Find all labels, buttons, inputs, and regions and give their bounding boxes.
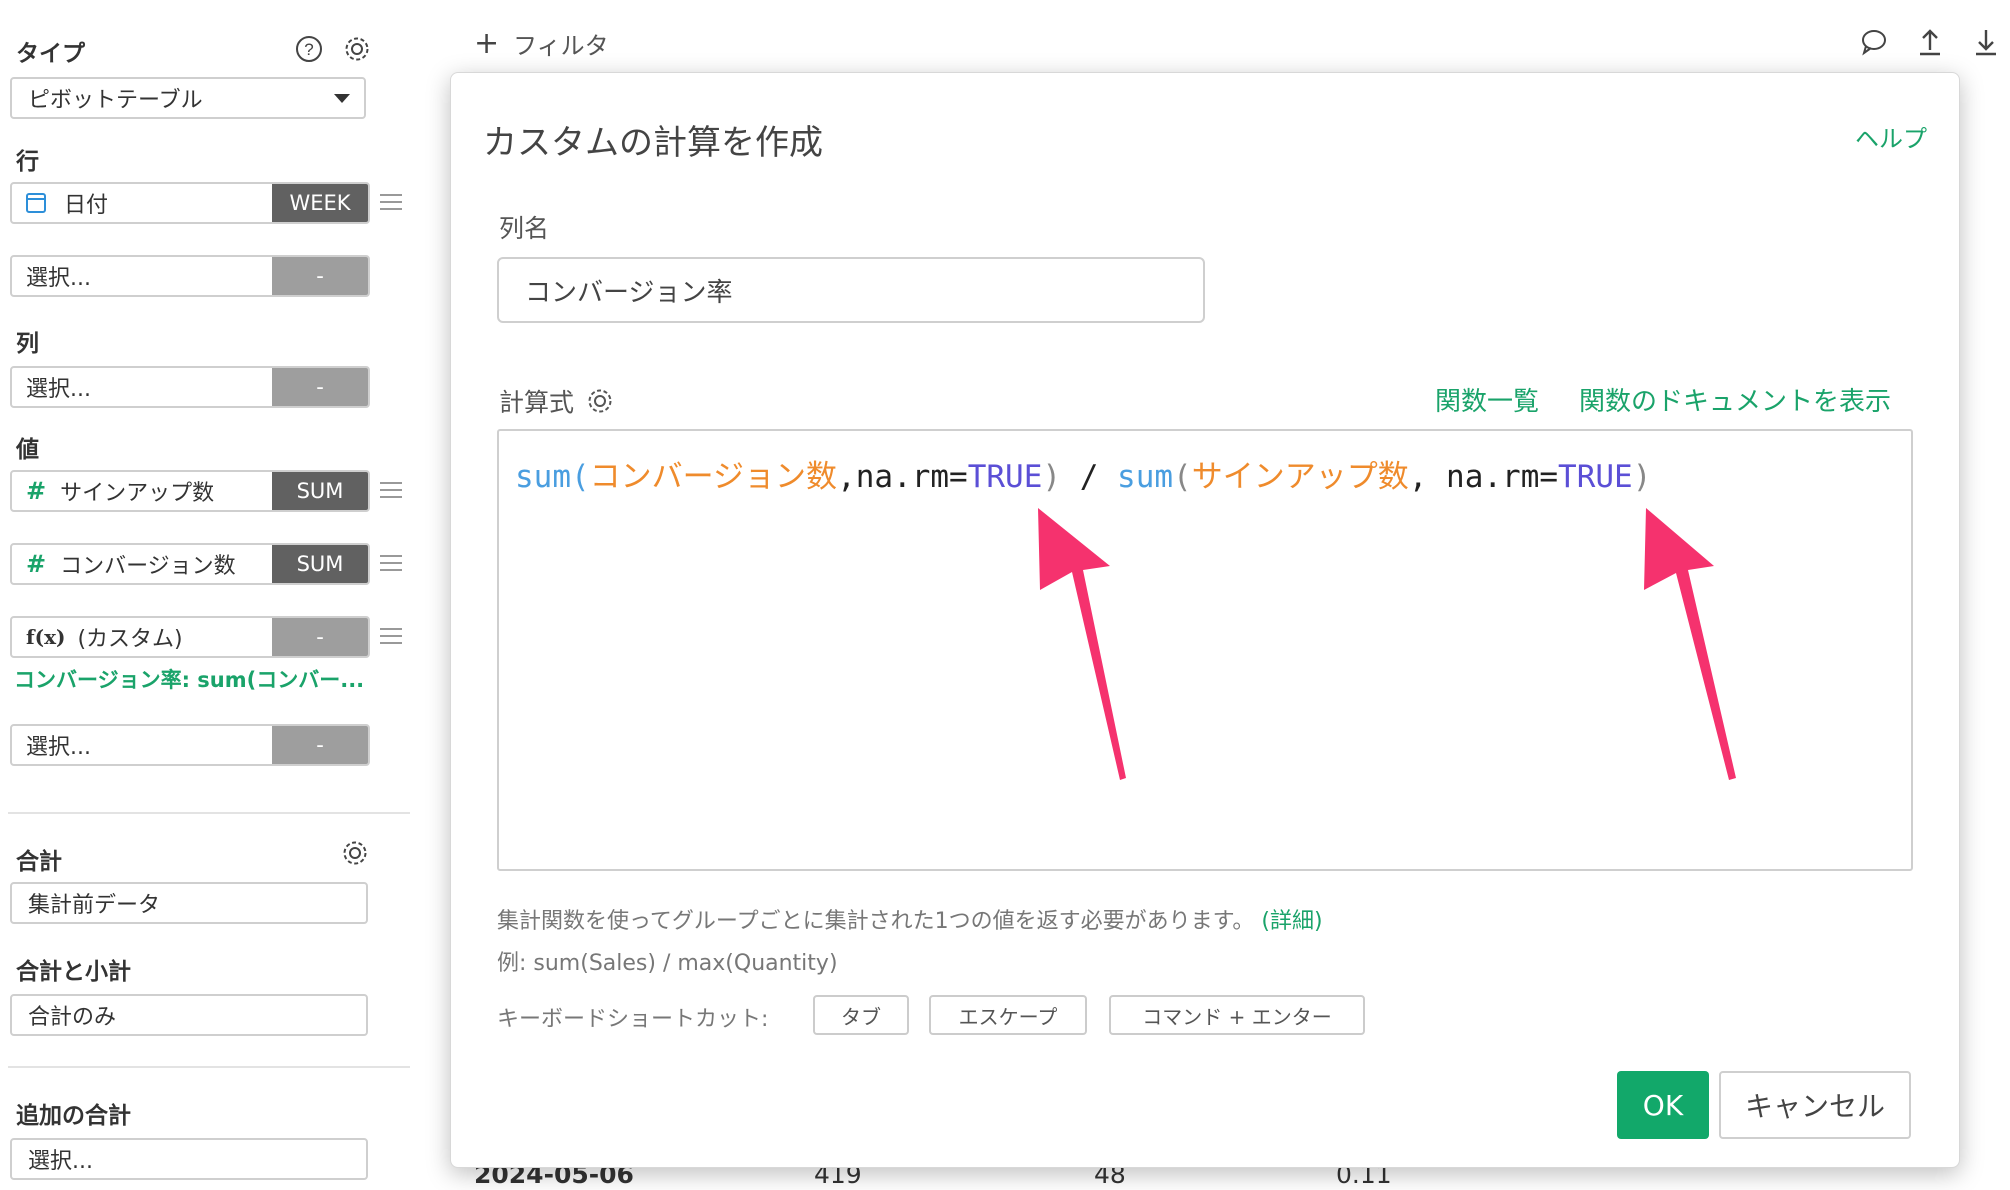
custom-calc-link[interactable]: コンバージョン率: sum(コンバー... [14, 664, 374, 694]
download-icon[interactable] [1970, 26, 2002, 58]
gear-icon[interactable] [340, 838, 370, 868]
type-select[interactable]: ピボットテーブル [10, 77, 366, 119]
value-select-label: 選択... [26, 735, 91, 760]
custom-calc-dialog: カスタムの計算を作成 ヘルプ 列名 コンバージョン率 計算式 関数一覧 関数のド… [450, 72, 1960, 1168]
formula-token: sum [515, 459, 571, 495]
add-filter-button[interactable]: + フィルタ [474, 26, 609, 61]
formula-token: コンバージョン数 [589, 459, 838, 495]
formula-token: サインアップ数 [1191, 459, 1409, 495]
help-icon[interactable]: ? [294, 34, 324, 64]
example-text: 例: sum(Sales) / max(Quantity) [497, 951, 838, 976]
columns-label: 列 [16, 331, 39, 357]
divider [8, 812, 410, 814]
subtotal-label: 合計と小計 [16, 959, 131, 985]
formula-token: sum [1117, 459, 1174, 495]
drag-handle-icon[interactable] [380, 482, 402, 498]
value-select[interactable]: 選択... - [10, 724, 370, 766]
value-field-name: サインアップ数 [60, 481, 215, 506]
number-icon: # [26, 477, 47, 505]
sidebar: タイプ ? ピボットテーブル 行 日付 WEEK 選択... - 列 選択...… [0, 0, 420, 1190]
row-select-label: 選択... [26, 266, 91, 291]
functions-list-link[interactable]: 関数一覧 [1435, 381, 1539, 418]
shortcut-label: キーボードショートカット: [497, 1007, 769, 1032]
comment-icon[interactable] [1858, 26, 1890, 58]
column-select[interactable]: 選択... - [10, 366, 370, 408]
chevron-down-icon [334, 94, 350, 103]
total-select[interactable]: 集計前データ [10, 882, 368, 924]
number-icon: # [26, 550, 47, 578]
formula-label-row: 計算式 [499, 383, 614, 419]
formula-label: 計算式 [499, 388, 575, 417]
calendar-icon [26, 193, 46, 213]
formula-token: / [1061, 459, 1118, 495]
formula-token: ) [1632, 459, 1652, 495]
function-docs-link[interactable]: 関数のドキュメントを表示 [1579, 381, 1891, 418]
total-label: 合計 [16, 849, 62, 875]
gear-icon[interactable] [586, 387, 614, 415]
value-field-conversions[interactable]: # コンバージョン数 SUM [10, 543, 370, 585]
shortcut-tab: タブ [813, 995, 909, 1035]
type-label: タイプ [16, 41, 85, 67]
formula-token: ,na.rm= [837, 459, 968, 495]
formula-editor[interactable]: sum(コンバージョン数,na.rm=TRUE) / sum(サインアップ数, … [497, 429, 1913, 871]
drag-handle-icon[interactable] [380, 555, 402, 571]
cancel-button[interactable]: キャンセル [1719, 1071, 1911, 1139]
value-field-agg[interactable]: SUM [272, 472, 368, 510]
value-field-agg: - [272, 618, 368, 656]
value-field-agg[interactable]: SUM [272, 545, 368, 583]
extra-total-select[interactable]: 選択... [10, 1138, 368, 1180]
value-field-name: コンバージョン数 [60, 554, 236, 579]
formula-token: ( [571, 459, 590, 495]
upload-icon[interactable] [1914, 26, 1946, 58]
value-field-signups[interactable]: # サインアップ数 SUM [10, 470, 370, 512]
column-select-label: 選択... [26, 377, 91, 402]
divider [8, 1066, 410, 1068]
values-label: 値 [16, 437, 39, 463]
formula-token: TRUE [1558, 459, 1633, 495]
column-name-input[interactable]: コンバージョン率 [497, 257, 1205, 323]
function-icon: f(x) [26, 625, 66, 649]
formula-token: TRUE [967, 459, 1043, 495]
hint-text: 集計関数を使ってグループごとに集計された1つの値を返す必要があります。 [497, 909, 1255, 934]
value-field-custom[interactable]: f(x) (カスタム) - [10, 616, 370, 658]
column-select-agg: - [272, 368, 368, 406]
ok-button[interactable]: OK [1617, 1071, 1709, 1139]
subtotal-select[interactable]: 合計のみ [10, 994, 368, 1036]
rows-label: 行 [16, 149, 39, 175]
type-select-value: ピボットテーブル [28, 88, 203, 113]
row-select-agg: - [272, 257, 368, 295]
shortcut-escape: エスケープ [929, 995, 1087, 1035]
row-field-agg[interactable]: WEEK [272, 184, 368, 222]
formula-token: ( [1173, 459, 1192, 495]
extra-total-label: 追加の合計 [16, 1103, 131, 1129]
gear-icon[interactable] [342, 34, 372, 64]
dialog-title: カスタムの計算を作成 [483, 123, 823, 163]
help-link[interactable]: ヘルプ [1855, 119, 1927, 154]
shortcut-command-enter: コマンド + エンター [1109, 995, 1365, 1035]
details-link[interactable]: (詳細) [1261, 909, 1322, 934]
drag-handle-icon[interactable] [380, 194, 402, 210]
add-filter-label: フィルタ [513, 32, 609, 60]
formula-code: sum(コンバージョン数,na.rm=TRUE) / sum(サインアップ数, … [515, 451, 1651, 496]
formula-token: ) [1042, 459, 1062, 495]
column-name-label: 列名 [499, 214, 550, 243]
value-select-agg: - [272, 726, 368, 764]
drag-handle-icon[interactable] [380, 628, 402, 644]
value-field-name: (カスタム) [77, 627, 183, 652]
row-select[interactable]: 選択... - [10, 255, 370, 297]
row-field-date[interactable]: 日付 WEEK [10, 182, 370, 224]
row-field-name: 日付 [64, 193, 109, 218]
svg-text:?: ? [304, 40, 313, 59]
formula-token: , na.rm= [1408, 459, 1559, 495]
hint-line: 集計関数を使ってグループごとに集計された1つの値を返す必要があります。 (詳細) [497, 903, 1323, 935]
plus-icon: + [474, 25, 500, 61]
